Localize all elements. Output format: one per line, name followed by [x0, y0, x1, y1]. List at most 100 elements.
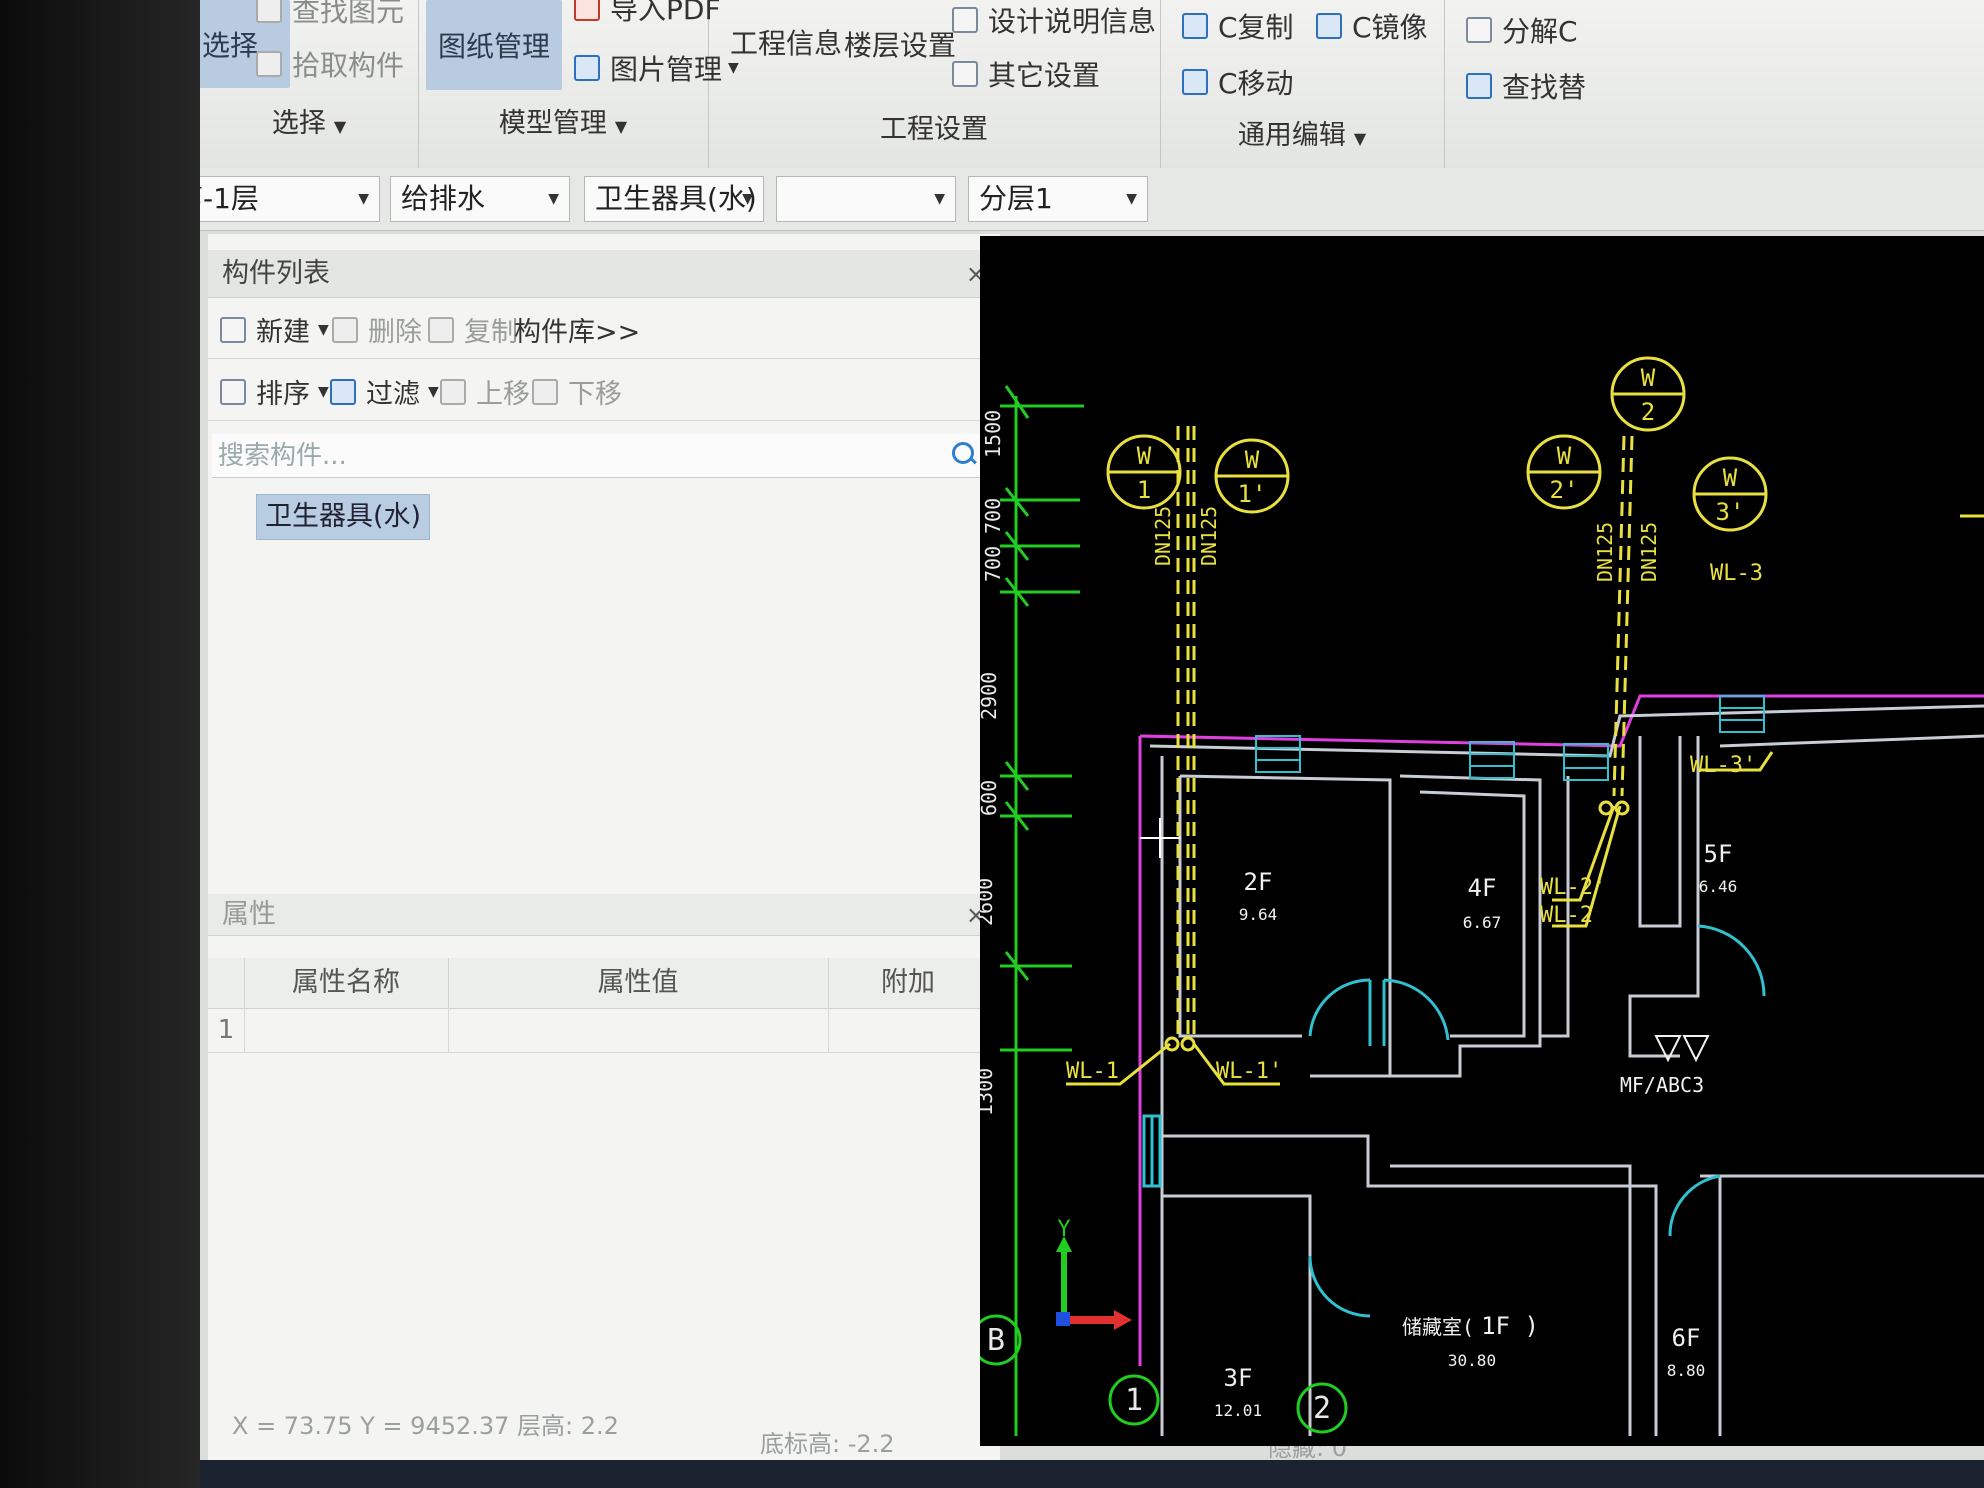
category-select[interactable]: 卫生器具(水) ▼ — [584, 176, 764, 222]
properties-title: 属性 — [222, 899, 276, 930]
property-value-cell[interactable] — [448, 1008, 829, 1052]
chevron-down-icon: ▼ — [333, 117, 347, 136]
chevron-down-icon: ▼ — [548, 191, 559, 207]
new-button[interactable]: 新建 ▼ — [220, 310, 329, 349]
row-index-header — [208, 958, 245, 1008]
edit-group-label[interactable]: 通用编辑 ▼ — [1160, 113, 1444, 152]
find-element-button[interactable]: 查找图元 — [256, 0, 404, 30]
dim-text-3: 700 — [981, 546, 1005, 582]
room-4-name: 1F ) — [1481, 1312, 1539, 1340]
dim-text-4: 2900 — [980, 672, 1001, 720]
ribbon-group-edit: C复制 C镜像 C移动 通用编辑 ▼ — [1160, 0, 1445, 168]
dim-text-5: 600 — [980, 780, 1001, 816]
cursor-coordinates: X = 73.75 Y = 9452.37 层高: 2.2 — [232, 1412, 619, 1440]
wl-label-4: WL-2 — [1540, 903, 1593, 928]
copy-button[interactable]: C复制 — [1182, 6, 1294, 46]
component-item-selected[interactable]: 卫生器具(水) — [256, 494, 431, 540]
copy-component-button[interactable]: 复制 — [428, 310, 518, 349]
doors — [1142, 924, 1766, 1318]
bubble-5-bottom: 3' — [1716, 498, 1745, 526]
discipline-select[interactable]: 给排水 ▼ — [390, 176, 570, 222]
dim-text-6: 2600 — [980, 878, 997, 926]
edit-group-text: 通用编辑 — [1237, 120, 1346, 151]
wl-label-texts: WL-1 WL-1' WL-2' WL-2 WL-3' WL-3 — [1066, 561, 1763, 1084]
ribbon: 选择 查找图元 拾取构件 选择 ▼ 图纸管理 导入PDF 图片管理 ▼ 模型管理 ▼ … — [200, 0, 1984, 169]
decompose-icon — [1466, 17, 1492, 43]
bubble-4-top: W — [1641, 364, 1656, 392]
model-group-text: 模型管理 — [498, 108, 607, 139]
bubble-1-top: W — [1137, 442, 1152, 470]
property-value-header: 属性值 — [448, 958, 829, 1008]
room-2-name: 4F — [1468, 874, 1497, 902]
axis-y-label: Y — [1057, 1217, 1070, 1242]
equipment-label: MF/ABC3 — [1620, 1073, 1704, 1097]
cad-canvas[interactable]: 1500 700 700 2900 600 2600 1300 W 1 W 1'… — [980, 236, 1984, 1446]
project-info-button[interactable]: 工程信息 — [730, 22, 842, 62]
axis-2: 2 — [1313, 1391, 1331, 1426]
pipe-size-texts: DN125 DN125 DN125 DN125 — [1151, 506, 1661, 582]
mirror-button[interactable]: C镜像 — [1316, 6, 1428, 46]
filter-funnel-icon — [330, 378, 356, 405]
search-icon[interactable] — [952, 442, 974, 464]
dim-text-2: 700 — [981, 498, 1005, 534]
decompose-button[interactable]: 分解C — [1466, 10, 1578, 50]
component-toolbar-2: 排序 ▼ 过滤 ▼ 上移 下移 — [208, 360, 1000, 421]
pick-component-button[interactable]: 拾取构件 — [256, 44, 404, 84]
find-replace-button[interactable]: 查找替 — [1466, 66, 1586, 106]
base-elevation: 底标高: -2.2 — [760, 1430, 895, 1458]
pipes — [1176, 426, 1634, 1036]
ribbon-group-model: 图纸管理 导入PDF 图片管理 ▼ 模型管理 ▼ — [418, 0, 739, 168]
arrow-down-icon — [532, 378, 558, 405]
chevron-down-icon: ▼ — [358, 191, 369, 207]
chevron-down-icon: ▼ — [428, 383, 439, 400]
move-label: C移动 — [1218, 67, 1294, 100]
room-4-prefix: 储藏室( — [1402, 1315, 1474, 1339]
wl-label-6: WL-3 — [1710, 561, 1763, 586]
document-edit-icon — [952, 7, 978, 33]
move-down-button[interactable]: 下移 — [532, 372, 622, 411]
dim-text-1: 1500 — [981, 410, 1005, 458]
pick-component-label: 拾取构件 — [292, 49, 405, 82]
design-notes-label: 设计说明信息 — [988, 5, 1157, 38]
search-placeholder: 搜索构件... — [218, 441, 347, 471]
move-up-button[interactable]: 上移 — [440, 372, 530, 411]
table-row[interactable]: 1 — [208, 1008, 1000, 1053]
component-search[interactable]: 搜索构件... — [212, 434, 992, 478]
chevron-down-icon: ▼ — [934, 191, 945, 207]
select-group-label[interactable]: 选择 ▼ — [200, 101, 418, 140]
move-up-label: 上移 — [476, 379, 530, 410]
delete-button[interactable]: 删除 — [332, 310, 422, 349]
wl-label-5: WL-3' — [1690, 753, 1756, 778]
discipline-select-value: 给排水 — [401, 182, 486, 215]
copy-icon — [1182, 13, 1208, 39]
design-notes-button[interactable]: 设计说明信息 — [952, 0, 1156, 40]
delete-icon — [332, 316, 358, 343]
delete-label: 删除 — [368, 317, 422, 348]
component-library-button[interactable]: 构件库>> — [514, 310, 640, 349]
model-group-label[interactable]: 模型管理 ▼ — [418, 101, 708, 140]
layer-select[interactable]: 分层1 ▼ — [968, 176, 1148, 222]
sort-button[interactable]: 排序 ▼ — [220, 372, 329, 411]
drawing-manage-button[interactable]: 图纸管理 — [426, 0, 562, 90]
component-list-title: 构件列表 — [222, 258, 330, 289]
move-down-label: 下移 — [568, 379, 622, 410]
component-toolbar-1: 新建 ▼ 删除 复制 构件库>> — [208, 298, 1000, 359]
row-index: 1 — [208, 1008, 245, 1052]
move-button[interactable]: C移动 — [1182, 62, 1294, 102]
floor-select[interactable]: 第-1层 ▼ — [200, 176, 380, 222]
property-extra-cell[interactable] — [828, 1008, 988, 1052]
floor-settings-button[interactable]: 楼层设置 — [844, 24, 956, 64]
room-1-value: 9.64 — [1239, 905, 1278, 924]
wl-label-1: WL-1 — [1066, 1059, 1119, 1084]
settings-document-icon — [952, 61, 978, 87]
import-pdf-button[interactable]: 导入PDF — [574, 0, 721, 28]
other-settings-button[interactable]: 其它设置 — [952, 54, 1100, 94]
room-5-value: 8.80 — [1667, 1361, 1706, 1380]
filter-button[interactable]: 过滤 ▼ — [330, 372, 439, 411]
property-name-cell[interactable] — [244, 1008, 449, 1052]
pipe-size-2: DN125 — [1197, 506, 1221, 566]
component-select[interactable]: ▼ — [776, 176, 956, 222]
room-5-name: 6F — [1672, 1324, 1701, 1352]
boundary-top — [1139, 694, 1984, 748]
bubble-2-bottom: 1' — [1238, 480, 1267, 508]
